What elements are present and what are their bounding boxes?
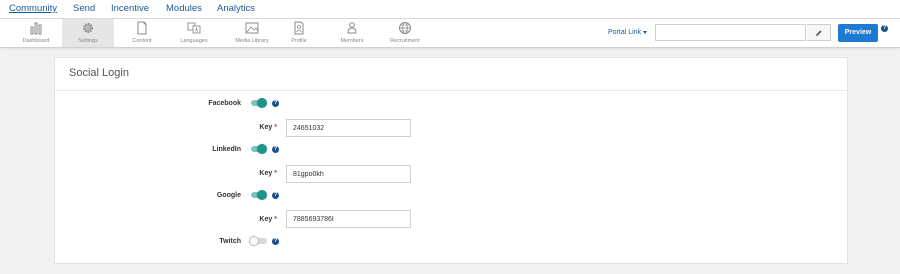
- toolbar-languages[interactable]: Languages: [170, 19, 218, 47]
- portal-link-label: Portal Link: [608, 29, 642, 36]
- toolbar-label: Dashboard: [22, 38, 50, 44]
- portal-link-dropdown[interactable]: Portal Link: [608, 29, 648, 36]
- toolbar-label: Profile: [291, 38, 307, 44]
- nav-modules[interactable]: Modules: [166, 3, 202, 14]
- required-marker: *: [274, 216, 277, 223]
- toolbar-recruitment[interactable]: Recruitment: [380, 19, 430, 47]
- portal-url-input[interactable]: [655, 24, 806, 41]
- required-marker: *: [274, 170, 277, 177]
- translate-icon: [187, 22, 201, 34]
- facebook-key-label: Key *: [157, 124, 277, 131]
- document-icon: [137, 21, 147, 35]
- toolbar-label: Media Library: [235, 38, 269, 44]
- google-key-input[interactable]: [286, 210, 411, 228]
- toolbar-members[interactable]: Members: [330, 19, 374, 47]
- profile-icon: [294, 21, 304, 35]
- help-icon[interactable]: ?: [272, 100, 279, 107]
- key-label-text: Key: [259, 170, 273, 177]
- twitch-label: Twitch: [219, 238, 241, 245]
- pencil-icon: [816, 30, 822, 36]
- help-icon[interactable]: ?: [272, 238, 279, 245]
- linkedin-key-input[interactable]: [286, 165, 411, 183]
- twitch-toggle[interactable]: [249, 236, 267, 246]
- toolbar-dashboard[interactable]: Dashboard: [12, 19, 60, 47]
- top-nav: Community Send Incentive Modules Analyti…: [0, 0, 900, 19]
- google-label: Google: [216, 192, 241, 199]
- toolbar-profile[interactable]: Profile: [278, 19, 320, 47]
- facebook-key-input[interactable]: [286, 119, 411, 137]
- linkedin-label: LinkedIn: [212, 146, 241, 153]
- facebook-toggle[interactable]: [249, 98, 267, 108]
- toolbar-label: Settings: [78, 38, 98, 44]
- linkedin-key-label: Key *: [157, 170, 277, 177]
- nav-incentive[interactable]: Incentive: [111, 3, 149, 14]
- bar-chart-icon: [30, 22, 42, 35]
- toggle-knob: [257, 144, 267, 154]
- social-login-card: Social Login Facebook ? Key* LinkedIn ? …: [54, 57, 848, 264]
- caret-down-icon: [643, 30, 648, 34]
- toggle-knob: [249, 236, 259, 246]
- toggle-knob: [257, 98, 267, 108]
- nav-send[interactable]: Send: [73, 3, 95, 14]
- edit-url-button[interactable]: [807, 24, 831, 41]
- key-label-text: Key: [259, 124, 273, 131]
- help-icon[interactable]: ?: [881, 25, 888, 32]
- toolbar-media-library[interactable]: Media Library: [222, 19, 282, 47]
- globe-icon: [399, 22, 411, 34]
- toolbar-label: Content: [132, 38, 152, 44]
- toolbar-settings[interactable]: Settings: [62, 19, 114, 47]
- card-title: Social Login: [69, 67, 129, 79]
- key-label-text: Key: [259, 216, 273, 223]
- linkedin-toggle[interactable]: [249, 144, 267, 154]
- toggle-knob: [257, 190, 267, 200]
- facebook-label: Facebook: [208, 100, 241, 107]
- gear-icon: [83, 23, 93, 33]
- card-divider: [55, 90, 847, 91]
- toolbar-label: Recruitment: [390, 38, 420, 44]
- nav-community[interactable]: Community: [9, 3, 57, 14]
- required-marker: *: [274, 124, 277, 131]
- members-icon: [347, 22, 357, 34]
- help-icon[interactable]: ?: [272, 146, 279, 153]
- toolbar-label: Languages: [180, 38, 208, 44]
- google-key-label: Key *: [157, 216, 277, 223]
- preview-button[interactable]: Preview: [838, 24, 878, 42]
- toolbar-content[interactable]: Content: [118, 19, 166, 47]
- help-icon[interactable]: ?: [272, 192, 279, 199]
- nav-analytics[interactable]: Analytics: [217, 3, 255, 14]
- toolbar-label: Members: [340, 38, 364, 44]
- google-toggle[interactable]: [249, 190, 267, 200]
- image-icon: [245, 22, 259, 34]
